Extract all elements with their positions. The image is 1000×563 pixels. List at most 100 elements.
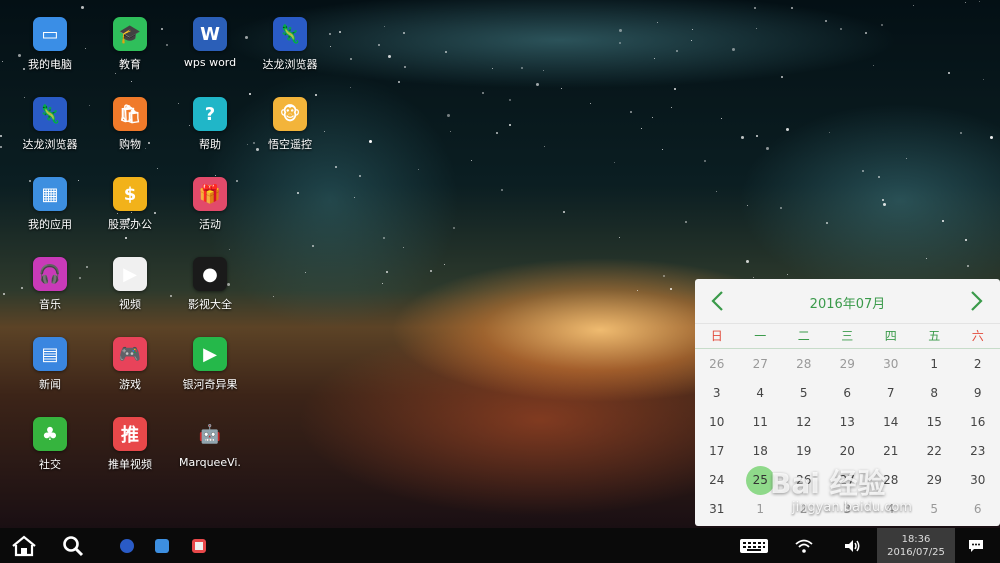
- calendar-week-row: 10 11 12 13 14 15 16: [695, 408, 1000, 437]
- computer-icon: ▭: [33, 17, 67, 51]
- wallpaper-star: [536, 83, 539, 86]
- wallpaper-star: [2, 61, 3, 62]
- desktop-app[interactable]: ♣ 社交: [10, 400, 90, 480]
- calendar-day[interactable]: 6: [826, 379, 870, 408]
- calendar-day[interactable]: 29: [913, 466, 957, 495]
- desktop-app[interactable]: 🛍 购物: [90, 80, 170, 160]
- wallpaper-star: [359, 175, 361, 177]
- desktop-app[interactable]: ? 帮助: [170, 80, 250, 160]
- wallpaper-star: [791, 7, 793, 9]
- taskbar-video-button[interactable]: [189, 528, 209, 563]
- home-button[interactable]: [8, 528, 40, 563]
- calendar-day[interactable]: 22: [913, 437, 957, 466]
- desktop-app[interactable]: 🤖 MarqueeVi.: [170, 400, 250, 480]
- taskbar: 18:36 2016/07/25: [0, 528, 1000, 563]
- calendar-day[interactable]: 14: [869, 408, 913, 437]
- calendar-day[interactable]: 30: [956, 466, 1000, 495]
- desktop-app-label: 活动: [199, 218, 221, 231]
- calendar-day[interactable]: 31: [695, 495, 739, 524]
- calendar-day[interactable]: 16: [956, 408, 1000, 437]
- calendar-day[interactable]: 11: [739, 408, 783, 437]
- desktop-app[interactable]: ▶ 视频: [90, 240, 170, 320]
- desktop-app[interactable]: ▶ 银河奇异果: [170, 320, 250, 400]
- wallpaper-star: [630, 111, 632, 113]
- calendar-day[interactable]: 24: [695, 466, 739, 495]
- calendar-day[interactable]: 6: [956, 495, 1000, 524]
- calendar-day-number: 31: [709, 502, 725, 516]
- keyboard-button[interactable]: [737, 528, 771, 563]
- red-video-icon: 推: [113, 417, 147, 451]
- desktop-app[interactable]: 🎁 活动: [170, 160, 250, 240]
- clock-button[interactable]: 18:36 2016/07/25: [877, 528, 955, 563]
- calendar-day[interactable]: 17: [695, 437, 739, 466]
- wallpaper-star: [404, 66, 406, 68]
- desktop-app-label: 达龙浏览器: [262, 58, 318, 71]
- desktop-app[interactable]: ● 影视大全: [170, 240, 250, 320]
- desktop-app-label: 音乐: [39, 298, 61, 311]
- calendar-day[interactable]: 8: [913, 379, 957, 408]
- monkey-remote-icon: 🐵: [273, 97, 307, 131]
- calendar-day[interactable]: 9: [956, 379, 1000, 408]
- calendar-day[interactable]: 29: [826, 350, 870, 379]
- calendar-day[interactable]: 3: [695, 379, 739, 408]
- calendar-day[interactable]: 12: [782, 408, 826, 437]
- calendar-day[interactable]: 15: [913, 408, 957, 437]
- wallpaper-star: [335, 166, 337, 168]
- taskbar-browser-button[interactable]: [117, 528, 137, 563]
- calendar-day[interactable]: 26: [695, 350, 739, 379]
- taskbar-apps-button[interactable]: [152, 528, 172, 563]
- desktop-app[interactable]: 🎮 游戏: [90, 320, 170, 400]
- calendar-day[interactable]: 7: [869, 379, 913, 408]
- calendar-day[interactable]: 30: [869, 350, 913, 379]
- desktop-app[interactable]: 推推单视频: [90, 400, 170, 480]
- wallpaper-star: [563, 211, 565, 213]
- calendar-day[interactable]: 27: [739, 350, 783, 379]
- wallpaper-star: [754, 7, 756, 9]
- desktop-app-label: 教育: [119, 58, 141, 71]
- android-icon: 🤖: [198, 423, 222, 445]
- volume-button[interactable]: [842, 528, 864, 563]
- desktop-app[interactable]: 🎧 音乐: [10, 240, 90, 320]
- wallpaper-star: [450, 131, 451, 132]
- desktop-app[interactable]: 🦎 达龙浏览器: [250, 0, 330, 80]
- search-button[interactable]: [58, 528, 88, 563]
- dalong-browser-icon: 🦎: [33, 97, 67, 131]
- wallpaper-star: [350, 58, 352, 60]
- home-icon: [12, 535, 36, 556]
- calendar-day[interactable]: 23: [956, 437, 1000, 466]
- desktop-app[interactable]: Wwps word: [170, 0, 250, 80]
- wallpaper-star: [721, 118, 722, 119]
- news-icon: ▤: [33, 337, 67, 371]
- calendar-day[interactable]: 4: [739, 379, 783, 408]
- wallpaper-star: [543, 70, 544, 71]
- calendar-day[interactable]: 1: [913, 350, 957, 379]
- calendar-day-number: 19: [796, 444, 812, 458]
- weekday-label: 四: [884, 329, 897, 343]
- wallpaper-star: [273, 296, 274, 297]
- movie-icon: ●: [193, 257, 227, 291]
- calendar-day[interactable]: 28: [782, 350, 826, 379]
- desktop-app[interactable]: $ 股票办公: [90, 160, 170, 240]
- calendar-day[interactable]: 2: [956, 350, 1000, 379]
- desktop-app[interactable]: ▭ 我的电脑: [10, 0, 90, 80]
- calendar-day[interactable]: 13: [826, 408, 870, 437]
- desktop-app-label: 视频: [119, 298, 141, 311]
- wallpaper-star: [430, 270, 432, 272]
- desktop-app[interactable]: 🎓 教育: [90, 0, 170, 80]
- desktop-app[interactable]: 🐵 悟空遥控: [250, 80, 330, 160]
- wallpaper-star: [339, 31, 341, 33]
- next-month-button[interactable]: [963, 287, 991, 315]
- wallpaper-star: [330, 46, 331, 47]
- calendar-day[interactable]: 5: [913, 495, 957, 524]
- calendar-day[interactable]: 10: [695, 408, 739, 437]
- desktop-app[interactable]: ▤ 新闻: [10, 320, 90, 400]
- wallpaper-star: [826, 222, 828, 224]
- wifi-status[interactable]: [793, 528, 815, 563]
- calendar-day-number: 3: [712, 386, 721, 400]
- calendar-day-number: 6: [843, 386, 852, 400]
- desktop-app[interactable]: ▦ 我的应用: [10, 160, 90, 240]
- desktop-app[interactable]: 🦎 达龙浏览器: [10, 80, 90, 160]
- notifications-button[interactable]: [965, 528, 987, 563]
- wallpaper-star: [732, 48, 735, 51]
- calendar-day[interactable]: 5: [782, 379, 826, 408]
